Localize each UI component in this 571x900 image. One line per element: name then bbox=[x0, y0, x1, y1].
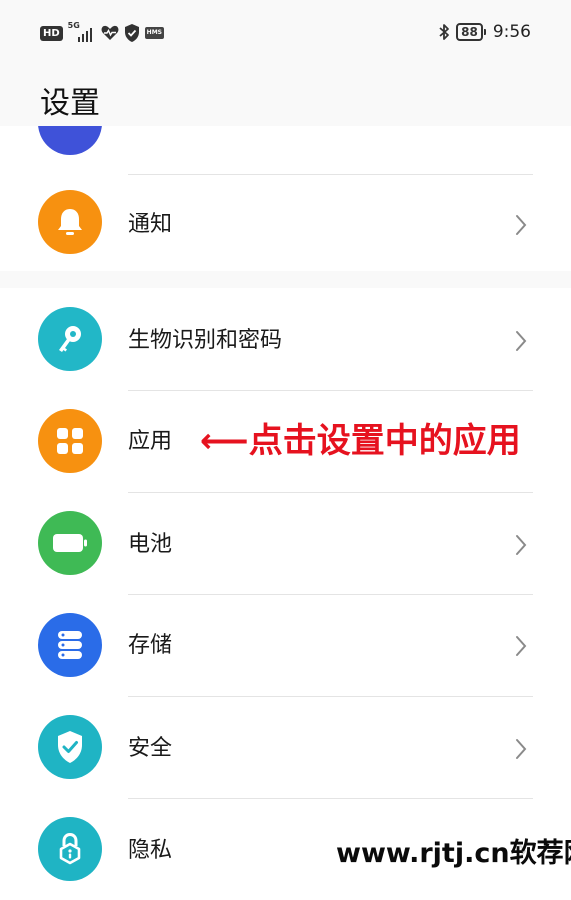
status-bar: HD 5G HMS 88 9:56 bbox=[0, 0, 571, 70]
settings-item-storage[interactable]: 存储 bbox=[0, 594, 571, 696]
settings-item-battery[interactable]: 电池 bbox=[0, 492, 571, 594]
key-icon bbox=[38, 307, 102, 371]
settings-item-label: 存储 bbox=[128, 633, 173, 658]
status-left: HD 5G HMS bbox=[40, 21, 164, 42]
page-title: 设置 bbox=[40, 86, 100, 121]
bell-icon bbox=[38, 190, 102, 254]
watermark: www.rjtj.cn软荐网 bbox=[336, 838, 571, 869]
chevron-right-icon bbox=[516, 535, 527, 555]
chevron-right-icon bbox=[516, 739, 527, 759]
settings-item-label: 电池 bbox=[128, 532, 173, 557]
hms-icon: HMS bbox=[144, 27, 164, 39]
grid-icon bbox=[38, 409, 102, 473]
chevron-right-icon bbox=[516, 636, 527, 656]
settings-item-label: 生物识别和密码 bbox=[128, 328, 283, 353]
settings-group-2: 生物识别和密码 应用 电池 存储 安全 隐私 bbox=[0, 288, 571, 900]
database-icon bbox=[38, 613, 102, 677]
lock-icon bbox=[38, 817, 102, 881]
battery-icon: 88 bbox=[456, 23, 486, 41]
shield-icon bbox=[124, 24, 139, 42]
settings-item-label: 隐私 bbox=[128, 838, 173, 863]
settings-item-notifications[interactable]: 通知 bbox=[0, 174, 571, 276]
status-right: 88 9:56 bbox=[438, 22, 531, 42]
settings-item-label: 安全 bbox=[128, 736, 173, 761]
bluetooth-icon bbox=[439, 24, 450, 40]
settings-group-1: 通知 bbox=[0, 126, 571, 271]
chevron-right-icon bbox=[516, 331, 527, 351]
chevron-right-icon bbox=[516, 215, 527, 235]
settings-item-label: 应用 bbox=[128, 429, 173, 454]
settings-item-biometrics[interactable]: 生物识别和密码 bbox=[0, 288, 571, 390]
settings-item-label: 通知 bbox=[128, 212, 173, 237]
signal-icon: 5G bbox=[68, 21, 96, 42]
battery-icon bbox=[38, 511, 102, 575]
hd-icon: HD bbox=[40, 25, 63, 41]
annotation-text: ⟵点击设置中的应用 bbox=[200, 421, 521, 461]
settings-item-security[interactable]: 安全 bbox=[0, 696, 571, 798]
health-icon bbox=[101, 25, 119, 40]
clock: 9:56 bbox=[492, 22, 531, 42]
shield-check-icon bbox=[38, 715, 102, 779]
